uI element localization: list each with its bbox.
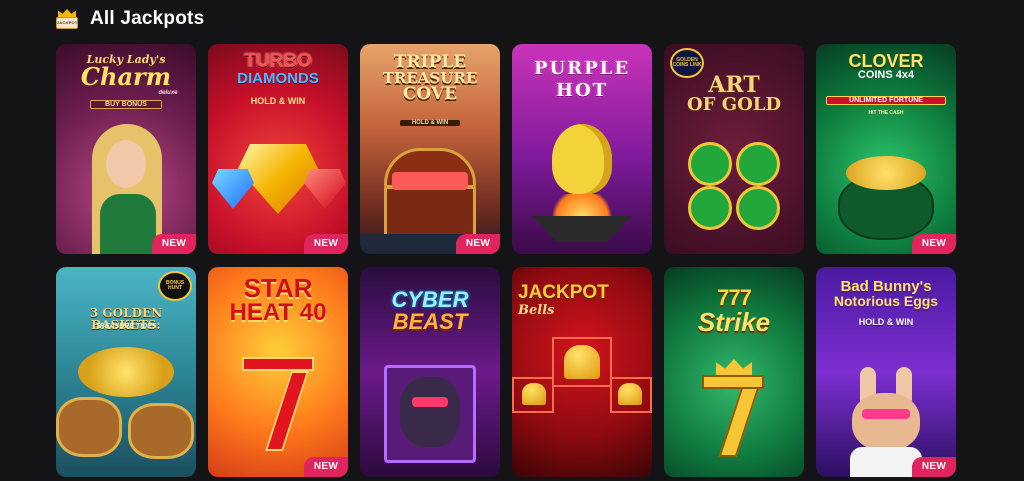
- game-title-line: BEAST: [392, 309, 468, 334]
- section-header: JACKPOT All Jackpots: [56, 6, 204, 32]
- game-tile-star-heat-40[interactable]: STAR HEAT 40 NEW: [208, 267, 348, 477]
- game-tile-triple-treasure-cove[interactable]: TRIPLE TREASURE COVE HOLD & WIN NEW: [360, 44, 500, 254]
- game-subtitle: HOLD & WIN: [250, 96, 306, 106]
- new-badge: NEW: [152, 234, 196, 254]
- game-tile-cyber-beast[interactable]: CYBER BEAST: [360, 267, 500, 477]
- game-tile-3-golden-baskets[interactable]: BONUS HUNT 3 GOLDEN BASKETS: TREASURE TI…: [56, 267, 196, 477]
- game-title-line: CLOVER: [848, 51, 924, 71]
- game-subtitle: deluxe: [158, 90, 178, 96]
- game-title-line: Bells: [518, 303, 555, 318]
- game-tile-bad-bunnys-notorious-eggs[interactable]: Bad Bunny's Notorious Eggs HOLD & WIN NE…: [816, 267, 956, 477]
- game-title-line: TURBO: [244, 51, 312, 72]
- game-tile-jackpot-bells[interactable]: JACKPOT Bells: [512, 267, 652, 477]
- game-title-line: ART: [708, 72, 760, 98]
- game-title-line: PURPLE: [533, 58, 631, 79]
- game-title-line: Strike: [697, 307, 771, 337]
- game-tile-clover-coins[interactable]: CLOVER COINS 4x4 UNLIMITED FORTUNE HIT T…: [816, 44, 956, 254]
- game-title-line: Charm: [80, 62, 172, 91]
- game-title-line: COINS 4x4: [857, 69, 915, 81]
- game-subtitle: HOLD & WIN: [858, 317, 914, 327]
- game-tile-777-strike[interactable]: 777 Strike: [664, 267, 804, 477]
- game-title-line: JACKPOT: [518, 282, 609, 303]
- game-title-line: Notorious Eggs: [833, 293, 939, 309]
- games-grid: Lucky Lady's Charm deluxe BUY BONUS NEW …: [56, 44, 958, 477]
- game-tile-lucky-ladys-charm[interactable]: Lucky Lady's Charm deluxe BUY BONUS NEW: [56, 44, 196, 254]
- bonus-hunt-logo: BONUS HUNT: [158, 271, 192, 301]
- new-badge: NEW: [912, 457, 956, 477]
- game-subtitle: HOLD & WIN: [400, 120, 460, 126]
- game-title-line: DIAMONDS: [237, 70, 319, 87]
- game-subtitle: HIT THE CASH: [868, 110, 904, 116]
- game-subtitle: UNLIMITED FORTUNE: [826, 96, 946, 105]
- game-subtitle: BUY BONUS: [90, 100, 162, 109]
- game-title-line: CYBER: [391, 287, 469, 312]
- game-title-line: HEAT 40: [229, 299, 327, 326]
- game-tile-art-of-gold[interactable]: GOLDEN COINS LINK ART OF GOLD: [664, 44, 804, 254]
- game-title-line: Bad Bunny's: [840, 278, 932, 295]
- game-subtitle: TREASURE TIDES: [95, 323, 157, 330]
- game-tile-purple-hot[interactable]: PURPLE HOT: [512, 44, 652, 254]
- game-title-line: STAR: [243, 273, 313, 303]
- game-title-line: OF GOLD: [686, 94, 782, 115]
- game-title-line: COVE: [402, 84, 458, 104]
- game-title-line: HOT: [555, 80, 609, 101]
- new-badge: NEW: [304, 234, 348, 254]
- new-badge: NEW: [304, 457, 348, 477]
- game-tile-turbo-diamonds[interactable]: TURBO DIAMONDS HOLD & WIN NEW: [208, 44, 348, 254]
- jackpot-icon: JACKPOT: [56, 9, 78, 29]
- section-title: All Jackpots: [90, 8, 205, 29]
- new-badge: NEW: [456, 234, 500, 254]
- game-title-line: 777: [717, 285, 752, 310]
- new-badge: NEW: [912, 234, 956, 254]
